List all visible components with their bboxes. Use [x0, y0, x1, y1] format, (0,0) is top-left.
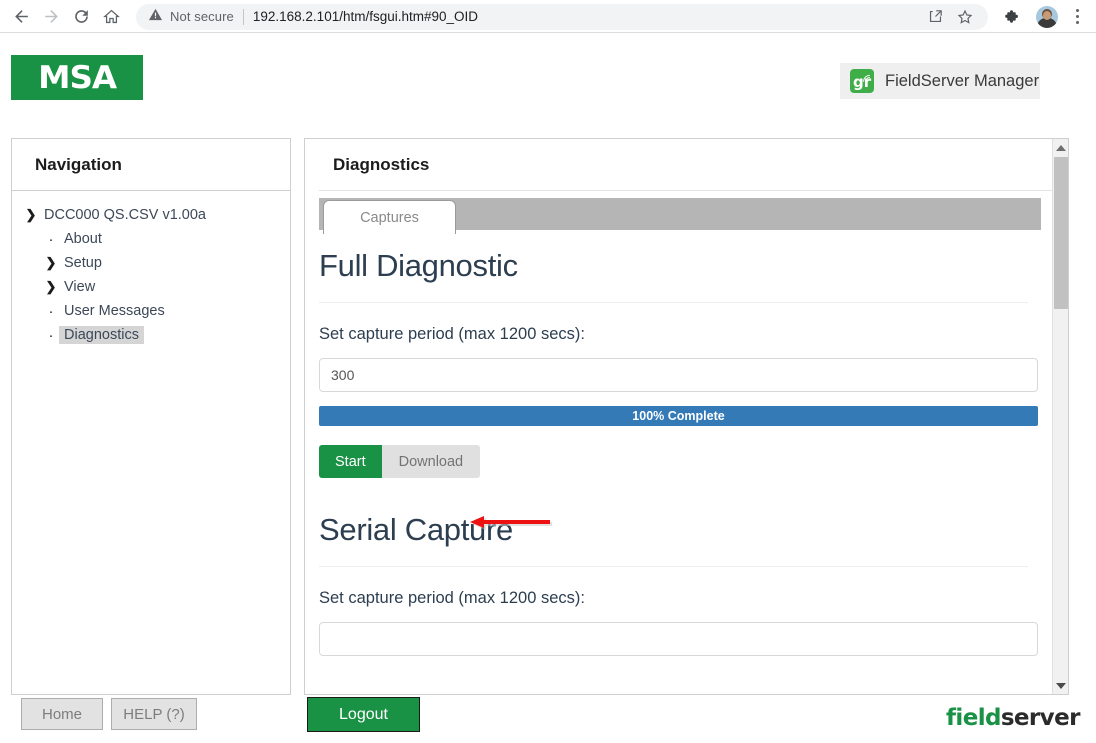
reload-icon[interactable] — [66, 3, 96, 31]
star-icon[interactable] — [952, 4, 978, 30]
help-button[interactable]: HELP (?) — [111, 698, 197, 730]
progress-bar: 100% Complete — [319, 406, 1038, 426]
sidebar-item-label: User Messages — [64, 303, 165, 319]
fieldserver-logo: fieldserver — [946, 705, 1080, 731]
annotation-arrow-icon — [470, 514, 556, 534]
scrollbar-thumb[interactable] — [1054, 157, 1068, 309]
sidebar-item-dcc000[interactable]: ❯ DCC000 QS.CSV v1.00a — [12, 203, 290, 227]
vertical-scrollbar[interactable] — [1052, 139, 1068, 694]
fieldserver-manager-button[interactable]: gr FieldServer Manager — [840, 63, 1040, 99]
section-heading-full-diagnostic: Full Diagnostic — [319, 248, 518, 283]
security-indicator[interactable]: Not secure — [148, 7, 234, 27]
progress-label: 100% Complete — [632, 409, 725, 423]
avatar[interactable] — [1036, 5, 1058, 28]
sidebar-item-label: About — [64, 231, 102, 247]
signal-wave-icon — [862, 70, 872, 88]
scroll-down-arrow-icon[interactable] — [1053, 677, 1068, 694]
forward-arrow-icon[interactable] — [36, 3, 66, 31]
bullet-icon: · — [48, 326, 54, 344]
fieldserver-logo-part1: field — [946, 705, 1001, 731]
omnibox-divider — [242, 8, 244, 25]
section-heading-serial-capture: Serial Capture — [319, 512, 513, 547]
sidebar-item-about[interactable]: · About — [12, 227, 290, 251]
warning-triangle-icon — [148, 7, 163, 27]
chevron-right-icon[interactable]: ❯ — [42, 279, 60, 295]
gr-icon: gr — [850, 69, 874, 93]
content-header: Diagnostics — [319, 139, 1054, 191]
page-title: Diagnostics — [333, 154, 430, 174]
download-button[interactable]: Download — [381, 445, 481, 478]
sidebar-item-label: DCC000 QS.CSV v1.00a — [44, 207, 206, 223]
browser-toolbar: Not secure 192.168.2.101/htm/fsgui.htm#9… — [0, 0, 1096, 33]
sidebar-item-setup[interactable]: ❯ Setup — [12, 251, 290, 275]
msa-logo-text: MSA — [38, 59, 117, 96]
address-bar[interactable]: Not secure 192.168.2.101/htm/fsgui.htm#9… — [136, 3, 988, 30]
bullet-icon: · — [48, 230, 54, 248]
url-text: 192.168.2.101/htm/fsgui.htm#90_OID — [252, 9, 479, 24]
content-panel: Diagnostics Captures Full Diagnostic Set… — [304, 138, 1069, 695]
sidebar-item-label: Diagnostics — [59, 326, 144, 344]
kebab-menu-icon[interactable] — [1064, 3, 1090, 31]
serial-capture-period-label: Set capture period (max 1200 secs): — [319, 589, 585, 607]
start-button[interactable]: Start — [319, 445, 382, 478]
navigation-tree: ❯ DCC000 QS.CSV v1.00a · About ❯ Setup ❯… — [12, 191, 290, 347]
sidebar-item-label: Setup — [64, 255, 102, 271]
bullet-icon: · — [48, 302, 54, 320]
home-button[interactable]: Home — [21, 698, 103, 730]
fieldserver-manager-label: FieldServer Manager — [885, 71, 1040, 90]
tab-bar: Captures — [319, 198, 1041, 234]
serial-capture-period-input[interactable] — [319, 622, 1038, 656]
chevron-right-icon[interactable]: ❯ — [42, 255, 60, 271]
capture-period-label: Set capture period (max 1200 secs): — [319, 325, 585, 343]
scroll-up-arrow-icon[interactable] — [1053, 139, 1068, 156]
security-label: Not secure — [170, 9, 234, 24]
capture-period-input[interactable] — [319, 358, 1038, 392]
home-icon[interactable] — [96, 3, 126, 31]
sidebar-item-label: View — [64, 279, 96, 295]
msa-logo: MSA — [11, 55, 143, 100]
navigation-header: Navigation — [12, 139, 290, 191]
sidebar-item-user-messages[interactable]: · User Messages — [12, 299, 290, 323]
navigation-panel: Navigation ❯ DCC000 QS.CSV v1.00a · Abou… — [11, 138, 291, 695]
back-arrow-icon[interactable] — [6, 3, 36, 31]
logout-button[interactable]: Logout — [307, 697, 420, 732]
puzzle-piece-icon[interactable] — [998, 3, 1028, 31]
sidebar-item-view[interactable]: ❯ View — [12, 275, 290, 299]
tab-captures[interactable]: Captures — [323, 200, 456, 234]
fieldserver-logo-part2: server — [1000, 705, 1081, 731]
navigation-title: Navigation — [35, 154, 122, 174]
content-scroll-area: Full Diagnostic Set capture period (max … — [305, 230, 1042, 694]
chevron-down-icon[interactable]: ❯ — [22, 207, 40, 223]
page-body: MSA gr FieldServer Manager Navigation ❯ … — [0, 33, 1096, 743]
capture-button-group: Start Download — [319, 445, 1028, 478]
sidebar-item-diagnostics[interactable]: · Diagnostics — [12, 323, 290, 347]
share-icon[interactable] — [922, 4, 948, 30]
